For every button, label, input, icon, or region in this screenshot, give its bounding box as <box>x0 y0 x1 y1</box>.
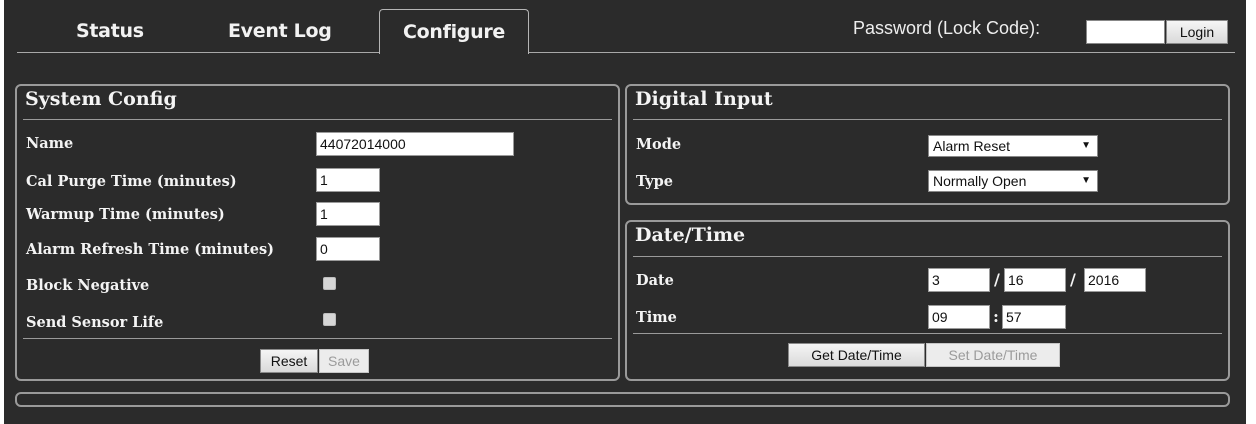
footer-rule <box>23 338 612 339</box>
send-sensor-life-checkbox[interactable] <box>323 313 336 326</box>
dropdown-arrow-icon: ▼ <box>1081 175 1091 186</box>
get-date-time-button[interactable]: Get Date/Time <box>788 343 925 367</box>
date-separator: / <box>994 270 1000 289</box>
warmup-label: Warmup Time (minutes) <box>26 206 225 223</box>
date-time-panel: Date/Time Date 3 / 16 / 2016 Time 09 : 5… <box>625 220 1230 381</box>
type-label: Type <box>636 173 673 190</box>
mode-selected-value: Alarm Reset <box>933 138 1011 154</box>
block-negative-label: Block Negative <box>26 277 150 294</box>
name-field[interactable]: 44072014000 <box>316 132 514 156</box>
time-separator: : <box>993 307 999 326</box>
reset-button[interactable]: Reset <box>260 349 318 373</box>
dropdown-arrow-icon: ▼ <box>1081 140 1091 151</box>
tab-status[interactable]: Status <box>76 9 144 51</box>
mode-select[interactable]: Alarm Reset ▼ <box>928 135 1098 157</box>
panel-title: Date/Time <box>635 224 746 246</box>
title-rule <box>633 256 1222 257</box>
warmup-field[interactable]: 1 <box>316 202 380 226</box>
date-month-field[interactable]: 3 <box>928 268 990 292</box>
tab-divider <box>17 52 1235 53</box>
tab-configure[interactable]: Configure <box>379 9 529 54</box>
alarm-refresh-field[interactable]: 0 <box>316 237 380 261</box>
password-label: Password (Lock Code): <box>853 18 1041 38</box>
time-hour-field[interactable]: 09 <box>928 305 990 329</box>
cal-purge-label: Cal Purge Time (minutes) <box>26 173 237 190</box>
app-window: Status Event Log Configure Password (Loc… <box>4 0 1246 424</box>
date-day-field[interactable]: 16 <box>1004 268 1066 292</box>
title-rule <box>633 119 1222 120</box>
tab-bar: Status Event Log Configure Password (Loc… <box>4 0 1246 54</box>
date-year-field[interactable]: 2016 <box>1084 268 1146 292</box>
save-button[interactable]: Save <box>319 349 369 373</box>
footer-rule <box>633 333 1222 334</box>
name-label: Name <box>26 135 74 152</box>
title-rule <box>23 119 612 120</box>
date-label: Date <box>636 272 674 289</box>
type-select[interactable]: Normally Open ▼ <box>928 170 1098 192</box>
type-selected-value: Normally Open <box>933 173 1027 189</box>
send-sensor-life-label: Send Sensor Life <box>26 314 164 331</box>
set-date-time-button[interactable]: Set Date/Time <box>926 343 1060 367</box>
login-button[interactable]: Login <box>1166 20 1228 44</box>
system-config-panel: System Config Name 44072014000 Cal Purge… <box>15 84 620 381</box>
mode-label: Mode <box>636 136 682 153</box>
digital-input-panel: Digital Input Mode Alarm Reset ▼ Type No… <box>625 84 1230 205</box>
panel-title: System Config <box>25 88 177 110</box>
status-bar-panel <box>15 392 1230 407</box>
password-input[interactable] <box>1086 20 1165 44</box>
alarm-refresh-label: Alarm Refresh Time (minutes) <box>26 241 274 258</box>
time-minute-field[interactable]: 57 <box>1002 305 1066 329</box>
block-negative-checkbox[interactable] <box>323 277 336 290</box>
time-label: Time <box>636 309 677 326</box>
tab-event-log[interactable]: Event Log <box>228 9 332 51</box>
cal-purge-field[interactable]: 1 <box>316 168 380 192</box>
date-separator: / <box>1070 270 1076 289</box>
panel-title: Digital Input <box>635 88 773 110</box>
